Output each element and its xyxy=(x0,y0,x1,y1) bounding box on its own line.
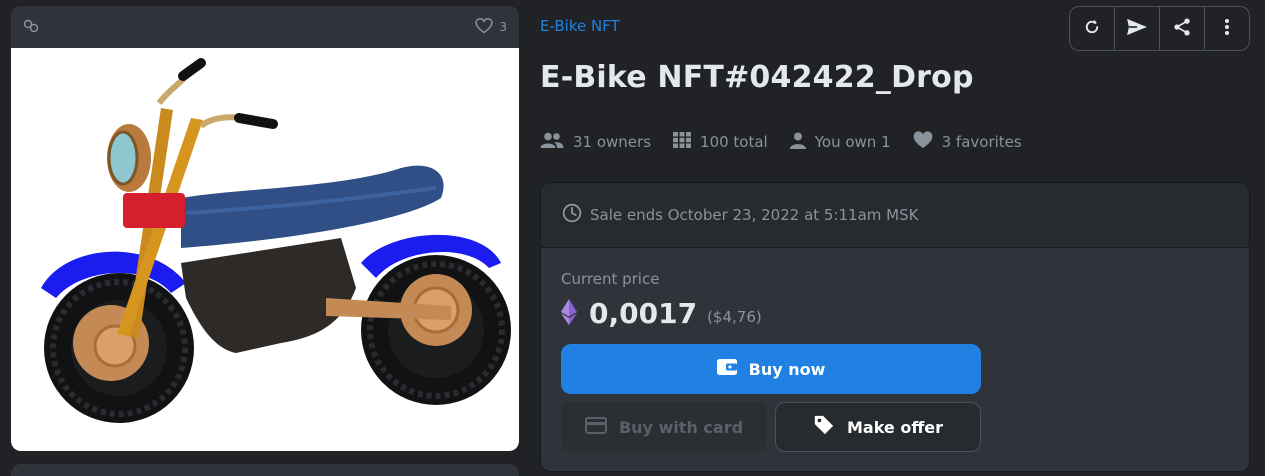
price-row: 0,0017 ($4,76) xyxy=(561,297,762,330)
total-label: 100 total xyxy=(700,133,768,151)
clock-icon xyxy=(562,203,582,227)
share-icon[interactable] xyxy=(1172,17,1192,41)
nft-stats: 31 owners 100 total You own 1 3 favorite… xyxy=(540,131,1044,153)
heart-icon xyxy=(913,131,933,153)
share-button[interactable] xyxy=(1160,7,1205,50)
refresh-button[interactable] xyxy=(1070,7,1115,50)
send-icon[interactable] xyxy=(1126,18,1148,40)
total-stat: 100 total xyxy=(673,132,768,152)
you-own-label: You own 1 xyxy=(814,133,891,151)
owners-stat[interactable]: 31 owners xyxy=(540,132,651,152)
collection-link[interactable]: E-Bike NFT xyxy=(540,17,620,35)
more-icon[interactable] xyxy=(1224,18,1230,40)
buy-with-card-button[interactable]: Buy with card xyxy=(561,402,767,452)
you-own-stat: You own 1 xyxy=(789,132,891,153)
buy-now-label: Buy now xyxy=(748,359,826,379)
transfer-button[interactable] xyxy=(1115,7,1160,50)
buy-with-card-label: Buy with card xyxy=(618,417,744,437)
make-offer-label: Make offer xyxy=(846,417,944,437)
card-bottom-edge xyxy=(11,464,519,476)
current-price-label: Current price xyxy=(561,270,660,288)
card-favorite[interactable]: 3 xyxy=(475,17,507,37)
heart-outline-icon[interactable] xyxy=(475,17,494,37)
owners-label: 31 owners xyxy=(573,133,652,151)
action-toolbar xyxy=(1069,6,1250,51)
favorites-label: 3 favorites xyxy=(941,133,1022,151)
price-usd: ($4,76) xyxy=(707,307,762,326)
wallet-icon xyxy=(716,358,737,380)
buy-now-button[interactable]: Buy now xyxy=(561,344,981,394)
sale-timer: Sale ends October 23, 2022 at 5:11am MSK xyxy=(541,183,1249,248)
refresh-icon[interactable] xyxy=(1083,18,1101,40)
favorites-stat[interactable]: 3 favorites xyxy=(913,131,1022,153)
person-icon xyxy=(789,132,806,153)
sale-panel: Sale ends October 23, 2022 at 5:11am MSK… xyxy=(540,182,1250,472)
tag-icon xyxy=(813,414,835,440)
more-options-button[interactable] xyxy=(1205,7,1249,50)
people-icon xyxy=(540,132,564,152)
card-header: 3 xyxy=(11,6,519,48)
price-value: 0,0017 xyxy=(589,297,698,330)
credit-card-icon xyxy=(584,416,607,438)
ethereum-icon xyxy=(561,298,577,329)
sale-ends-text: Sale ends October 23, 2022 at 5:11am MSK xyxy=(590,206,919,224)
nft-image[interactable] xyxy=(11,48,519,451)
nft-title: E-Bike NFT#042422_Drop xyxy=(540,60,974,95)
favorite-count: 3 xyxy=(499,20,507,34)
nft-image-card: 3 xyxy=(11,6,519,451)
make-offer-button[interactable]: Make offer xyxy=(775,402,981,452)
chain-link-icon[interactable] xyxy=(23,18,40,37)
grid-icon xyxy=(673,132,692,152)
